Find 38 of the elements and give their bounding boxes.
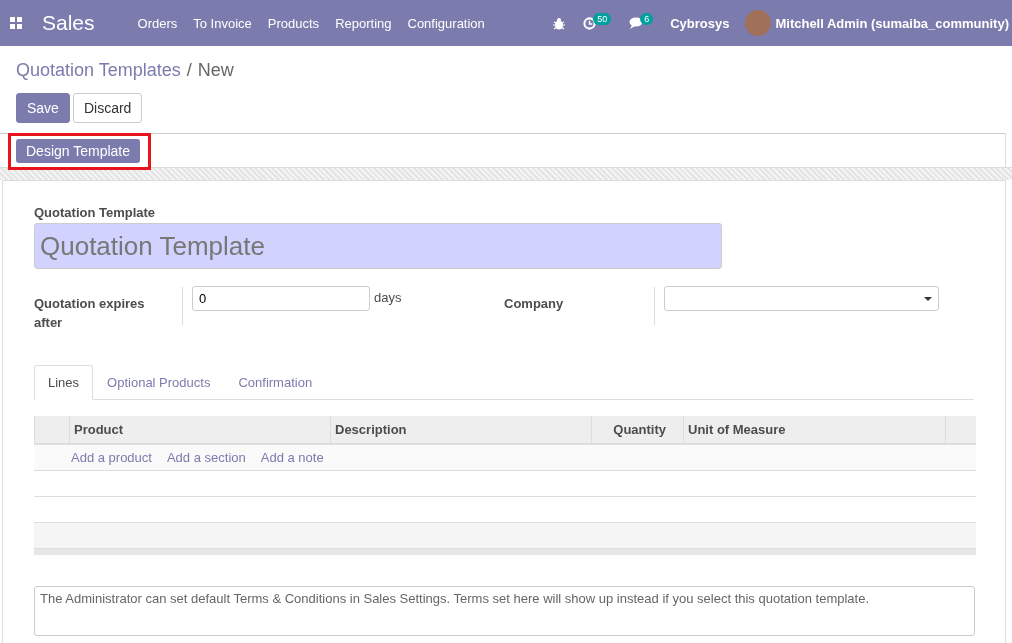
- message-count-badge: 6: [640, 13, 654, 25]
- unit-label: days: [374, 290, 402, 305]
- user-menu[interactable]: Mitchell Admin (sumaiba_community): [775, 15, 1012, 31]
- column-header[interactable]: Product: [69, 416, 330, 445]
- field-label: Quotation Template: [34, 205, 157, 220]
- tab[interactable]: Lines: [34, 365, 94, 400]
- design-template-button[interactable]: Design Template: [16, 138, 141, 163]
- chat-icon[interactable]: [629, 17, 644, 29]
- field-label: Quotation expires after: [34, 295, 146, 332]
- add-line-link[interactable]: Add a note: [260, 450, 324, 465]
- column-header[interactable]: Description: [330, 416, 591, 445]
- menu-item[interactable]: Configuration: [399, 15, 493, 31]
- breadcrumb-current: New: [197, 60, 234, 81]
- caret-icon: [924, 296, 932, 301]
- terms-input-field[interactable]: The Administrator can set default Terms & Conditions in Sales Settings. Terms set here will show up instead if you select this quotation template.: [34, 586, 975, 636]
- breadcrumb-link[interactable]: Quotation Templates: [16, 60, 181, 81]
- breadcrumb-separator: /: [186, 60, 192, 81]
- add-line-link[interactable]: Add a section: [166, 450, 246, 465]
- add-line-link[interactable]: Add a product: [71, 450, 152, 465]
- menu-item[interactable]: To Invoice: [185, 15, 260, 31]
- company-select-field[interactable]: [664, 286, 939, 311]
- company-switcher[interactable]: Cybrosys: [662, 15, 738, 31]
- menu-item[interactable]: Reporting: [327, 15, 400, 31]
- field-label: Company: [504, 295, 565, 313]
- save-button[interactable]: Save: [16, 93, 70, 123]
- number-input-field[interactable]: 0: [192, 286, 370, 311]
- app-name[interactable]: Sales: [42, 11, 95, 35]
- menu-item[interactable]: Orders: [129, 15, 186, 31]
- name-input-field[interactable]: Quotation Template: [34, 223, 722, 269]
- tab[interactable]: Confirmation: [224, 365, 327, 400]
- tab[interactable]: Optional Products: [93, 365, 225, 400]
- menu-item[interactable]: Products: [259, 15, 328, 31]
- discard-button[interactable]: Discard: [72, 93, 143, 123]
- user-avatar: [745, 10, 772, 36]
- clock-icon[interactable]: [583, 16, 597, 30]
- column-header[interactable]: Quantity: [591, 416, 683, 445]
- column-header[interactable]: Unit of Measure: [683, 416, 945, 445]
- activity-count-badge: 50: [593, 13, 612, 25]
